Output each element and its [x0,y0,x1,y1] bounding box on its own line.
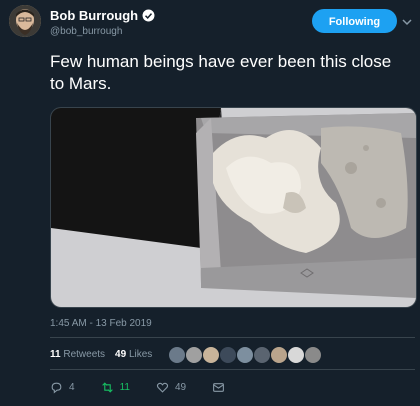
liker-avatar[interactable] [219,346,237,364]
liker-avatar[interactable] [202,346,220,364]
display-name[interactable]: Bob Burrough [50,8,138,23]
divider [50,337,415,338]
following-button[interactable]: Following [312,9,397,33]
likes-stat[interactable]: 49 Likes [115,349,152,360]
retweet-count: 11 [119,382,130,393]
heart-icon [156,382,169,393]
retweet-button[interactable]: 11 [101,381,130,394]
retweets-count: 11 [50,349,61,360]
liker-avatar[interactable] [270,346,288,364]
verified-badge-icon [142,9,155,22]
engagement-stats: 11 Retweets 49 Likes [50,349,152,360]
envelope-icon [213,383,224,392]
reply-count: 4 [69,382,75,393]
liker-avatars [168,346,322,364]
mars-model-photo [51,108,416,307]
liker-avatar[interactable] [168,346,186,364]
liker-avatar[interactable] [236,346,254,364]
reply-button[interactable]: 4 [50,381,75,394]
tweet-actions: 4 11 49 [50,381,251,394]
divider [50,369,415,370]
direct-message-button[interactable] [212,381,225,394]
avatar[interactable] [9,5,41,37]
tweet-media-image[interactable] [50,107,417,308]
tweet-timestamp[interactable]: 1:45 AM - 13 Feb 2019 [50,318,152,329]
like-button[interactable]: 49 [156,381,186,394]
chevron-down-icon[interactable] [402,14,412,26]
liker-avatar[interactable] [253,346,271,364]
author-name-row: Bob Burrough [50,8,155,23]
tweet-text: Few human beings have ever been this clo… [50,52,392,93]
tweet-card: Bob Burrough @bob_burrough Following Few… [0,0,420,406]
reply-icon [51,382,62,394]
liker-avatar[interactable] [287,346,305,364]
likes-label: Likes [128,349,153,360]
retweets-label: Retweets [63,349,106,360]
liker-avatar[interactable] [304,346,322,364]
user-handle[interactable]: @bob_burrough [50,26,122,37]
avatar-image [9,5,41,37]
like-count: 49 [174,382,187,393]
retweets-stat[interactable]: 11 Retweets [50,349,105,360]
likes-count: 49 [115,349,127,360]
liker-avatar[interactable] [185,346,203,364]
retweet-icon [101,382,113,393]
